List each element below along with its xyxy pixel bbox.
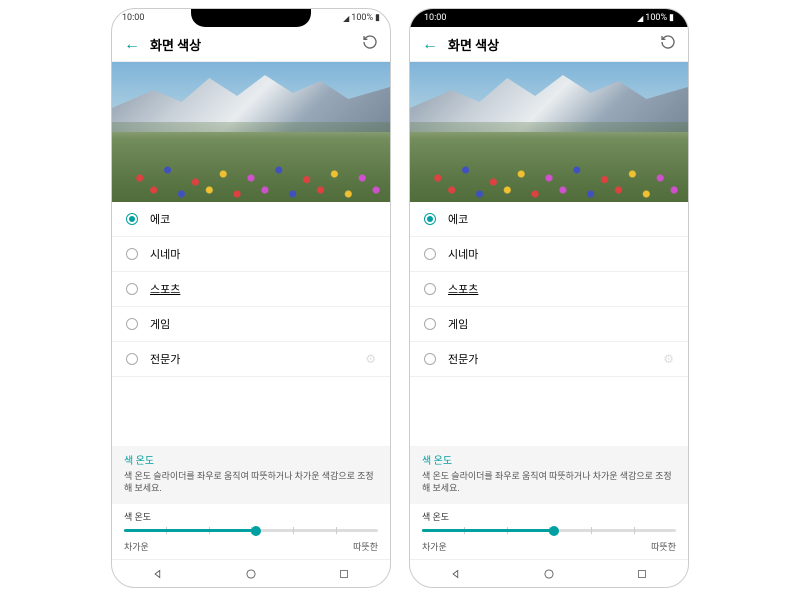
reset-button[interactable]: [362, 34, 378, 54]
color-temp-section: 색 온도 색 온도 슬라이더를 좌우로 움직여 따뜻하거나 차가운 색감으로 조…: [410, 446, 688, 504]
battery-percent: 100%: [351, 13, 373, 23]
radio-icon: [126, 213, 138, 225]
nav-home[interactable]: [541, 566, 557, 582]
slider-fill: [124, 529, 256, 532]
option-label: 전문가: [448, 351, 651, 367]
battery-percent: 100%: [645, 13, 667, 23]
option-game[interactable]: 게임: [410, 307, 688, 342]
display-notch: [191, 9, 311, 27]
option-sports[interactable]: 스포츠: [112, 272, 390, 307]
cold-label: 차가운: [124, 540, 149, 553]
slider-label: 색 온도: [422, 510, 676, 523]
reset-button[interactable]: [660, 34, 676, 54]
option-label: 전문가: [150, 351, 353, 367]
color-temp-section: 색 온도 색 온도 슬라이더를 좌우로 움직여 따뜻하거나 차가운 색감으로 조…: [112, 446, 390, 504]
nav-bar: [112, 559, 390, 587]
signal-icon: ◢: [343, 14, 349, 23]
color-mode-options: 에코 시네마 스포츠 게임 전문가 ⚙: [410, 202, 688, 446]
nav-back[interactable]: [448, 566, 464, 582]
gear-icon[interactable]: ⚙: [365, 352, 376, 366]
nav-recent[interactable]: [336, 566, 352, 582]
option-label: 스포츠: [150, 281, 376, 297]
option-eco[interactable]: 에코: [112, 202, 390, 237]
radio-icon: [126, 248, 138, 260]
radio-icon: [126, 283, 138, 295]
status-right: ◢ 100% ▮: [343, 13, 380, 23]
nav-back[interactable]: [150, 566, 166, 582]
option-game[interactable]: 게임: [112, 307, 390, 342]
slider-fill: [422, 529, 554, 532]
radio-icon: [126, 353, 138, 365]
phone-fullbar: 10:00 ◢ 100% ▮ ← 화면 색상 에코 시네마 스포츠: [409, 8, 689, 588]
radio-icon: [126, 318, 138, 330]
radio-icon: [424, 248, 436, 260]
slider-section: 색 온도 차가운 따뜻한: [410, 504, 688, 559]
slider-thumb[interactable]: [251, 526, 261, 536]
nav-bar: [410, 559, 688, 587]
option-label: 스포츠: [448, 281, 674, 297]
option-label: 시네마: [150, 246, 376, 262]
page-title: 화면 색상: [150, 35, 352, 54]
option-label: 게임: [448, 316, 674, 332]
phone-notch: 10:00 ◢ 100% ▮ ← 화면 색상 에코 시네마 스포츠: [111, 8, 391, 588]
gear-icon[interactable]: ⚙: [663, 352, 674, 366]
preview-image: [410, 62, 688, 202]
option-label: 게임: [150, 316, 376, 332]
radio-icon: [424, 213, 436, 225]
temp-description: 색 온도 슬라이더를 좌우로 움직여 따뜻하거나 차가운 색감으로 조정해 보세…: [422, 471, 676, 496]
option-cinema[interactable]: 시네마: [410, 237, 688, 272]
temp-description: 색 온도 슬라이더를 좌우로 움직여 따뜻하거나 차가운 색감으로 조정해 보세…: [124, 471, 378, 496]
preview-image: [112, 62, 390, 202]
slider-thumb[interactable]: [549, 526, 559, 536]
temp-section-title: 색 온도: [124, 452, 378, 467]
option-label: 시네마: [448, 246, 674, 262]
nav-recent[interactable]: [634, 566, 650, 582]
battery-icon: ▮: [375, 13, 380, 23]
status-time: 10:00: [424, 13, 446, 23]
page-title: 화면 색상: [448, 35, 650, 54]
option-expert[interactable]: 전문가 ⚙: [410, 342, 688, 377]
back-button[interactable]: ←: [124, 34, 140, 54]
battery-icon: ▮: [669, 13, 674, 23]
option-sports[interactable]: 스포츠: [410, 272, 688, 307]
color-mode-options: 에코 시네마 스포츠 게임 전문가 ⚙: [112, 202, 390, 446]
status-bar: 10:00 ◢ 100% ▮: [112, 9, 390, 27]
option-expert[interactable]: 전문가 ⚙: [112, 342, 390, 377]
warm-label: 따뜻한: [353, 540, 378, 553]
app-header: ← 화면 색상: [112, 27, 390, 62]
option-eco[interactable]: 에코: [410, 202, 688, 237]
app-header: ← 화면 색상: [410, 27, 688, 62]
radio-icon: [424, 318, 436, 330]
option-label: 에코: [448, 211, 674, 227]
temp-slider[interactable]: [124, 529, 378, 532]
nav-home[interactable]: [243, 566, 259, 582]
slider-section: 색 온도 차가운 따뜻한: [112, 504, 390, 559]
cold-label: 차가운: [422, 540, 447, 553]
back-button[interactable]: ←: [422, 34, 438, 54]
temp-section-title: 색 온도: [422, 452, 676, 467]
radio-icon: [424, 283, 436, 295]
slider-label: 색 온도: [124, 510, 378, 523]
slider-end-labels: 차가운 따뜻한: [124, 538, 378, 557]
status-bar: 10:00 ◢ 100% ▮: [410, 9, 688, 27]
signal-icon: ◢: [637, 14, 643, 23]
option-label: 에코: [150, 211, 376, 227]
status-right: ◢ 100% ▮: [637, 13, 674, 23]
slider-end-labels: 차가운 따뜻한: [422, 538, 676, 557]
warm-label: 따뜻한: [651, 540, 676, 553]
radio-icon: [424, 353, 436, 365]
temp-slider[interactable]: [422, 529, 676, 532]
option-cinema[interactable]: 시네마: [112, 237, 390, 272]
status-time: 10:00: [122, 13, 144, 23]
